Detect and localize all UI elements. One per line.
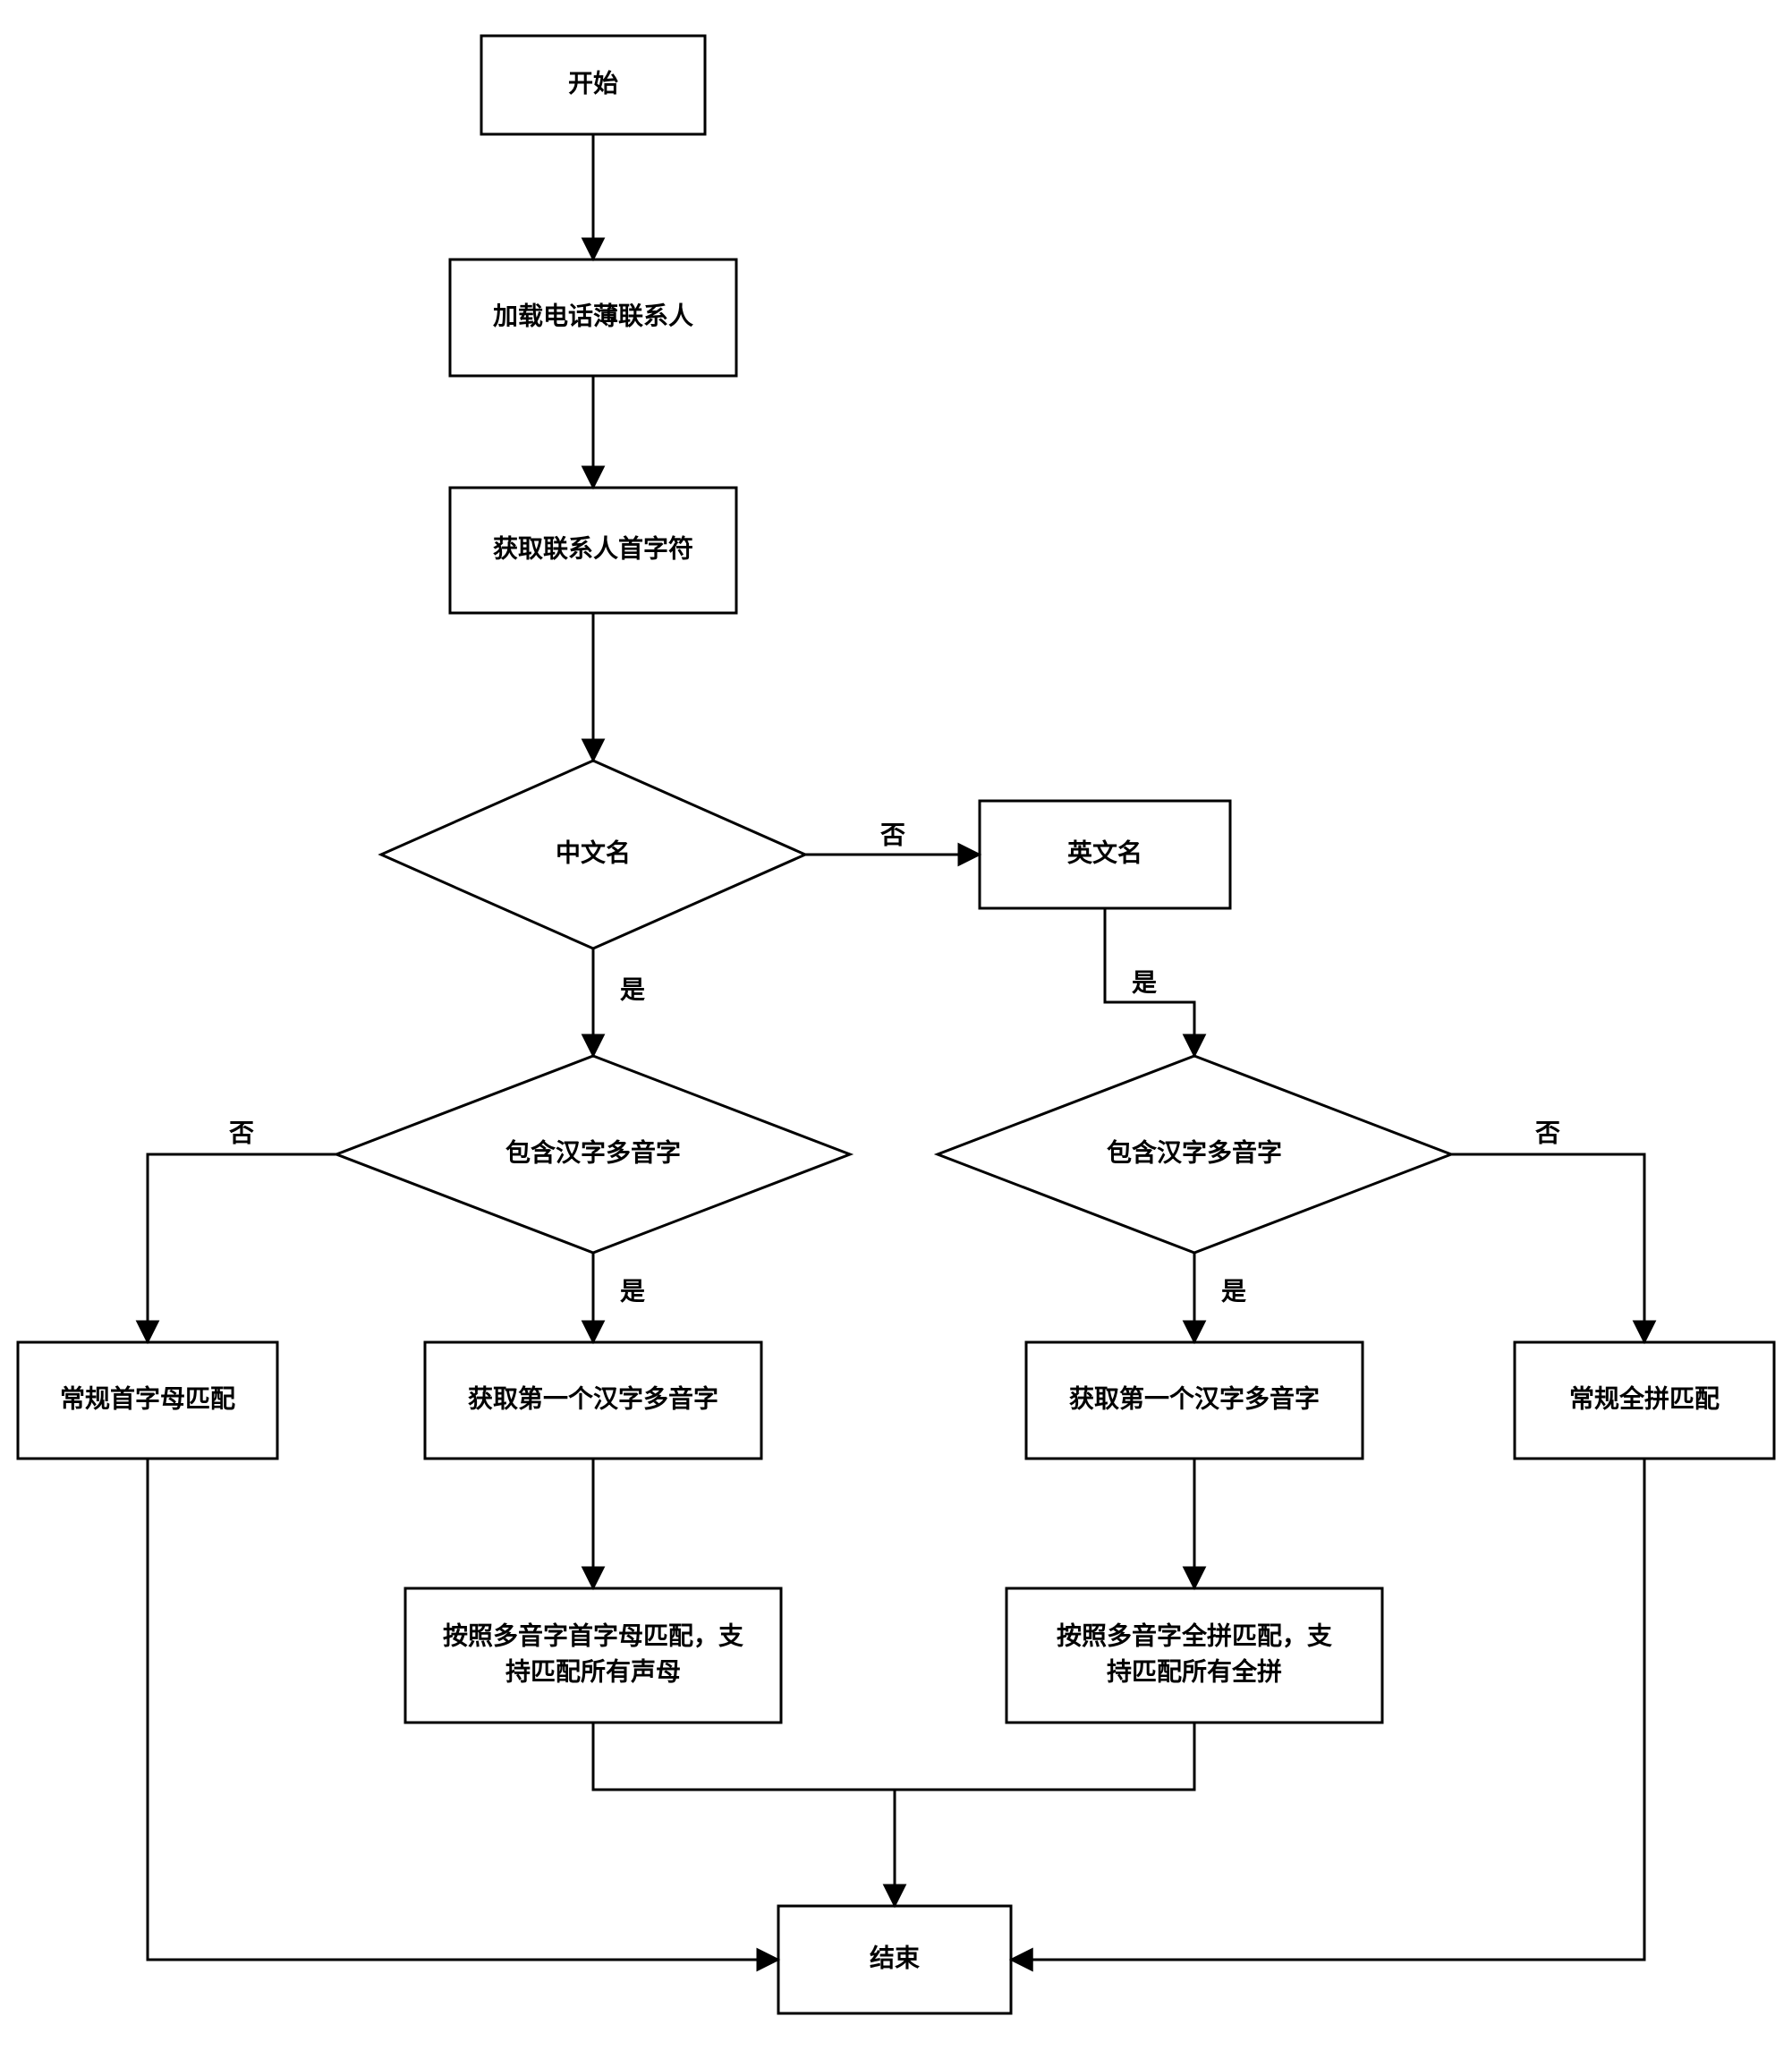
node-start-label: 开始 xyxy=(568,69,618,97)
edge-cnname-enname-label: 否 xyxy=(880,821,905,848)
node-get-poly-left: 获取第一个汉字多音字 xyxy=(425,1342,761,1459)
node-match-full-l1: 按照多音字全拼匹配，支 xyxy=(1057,1621,1332,1649)
node-poly-left-label: 包含汉字多音字 xyxy=(505,1137,681,1166)
node-start: 开始 xyxy=(481,36,705,134)
flowchart-canvas: 开始 加载电话薄联系人 获取联系人首字符 中文名 英文名 包含汉字多音字 包含汉… xyxy=(0,0,1792,2059)
node-match-initial-l1: 按照多音字首字母匹配，支 xyxy=(443,1621,743,1649)
node-reg-initial: 常规首字母匹配 xyxy=(18,1342,277,1459)
node-load: 加载电话薄联系人 xyxy=(450,260,736,376)
node-reg-initial-label: 常规首字母匹配 xyxy=(60,1383,235,1412)
edge-polyright-getpolyright-label: 是 xyxy=(1221,1277,1246,1305)
edge-match-join-bar xyxy=(593,1723,1194,1790)
node-end-label: 结束 xyxy=(870,1944,920,1971)
node-getfirst-label: 获取联系人首字符 xyxy=(493,533,693,562)
node-poly-left: 包含汉字多音字 xyxy=(336,1056,850,1253)
node-poly-right-label: 包含汉字多音字 xyxy=(1107,1137,1282,1166)
edge-polyright-regfull xyxy=(1451,1154,1644,1342)
node-reg-full: 常规全拼匹配 xyxy=(1515,1342,1774,1459)
node-poly-right: 包含汉字多音字 xyxy=(938,1056,1451,1253)
node-match-full-l2: 持匹配所有全拼 xyxy=(1107,1656,1282,1685)
edge-polyleft-getpolyleft-label: 是 xyxy=(620,1277,645,1305)
node-getfirst: 获取联系人首字符 xyxy=(450,488,736,613)
node-load-label: 加载电话薄联系人 xyxy=(493,302,693,329)
edge-polyleft-reginitial-label: 否 xyxy=(229,1119,254,1146)
node-match-full: 按照多音字全拼匹配，支 持匹配所有全拼 xyxy=(1006,1588,1382,1723)
node-reg-full-label: 常规全拼匹配 xyxy=(1569,1383,1720,1412)
node-cn-name-label: 中文名 xyxy=(556,838,631,866)
node-get-poly-right: 获取第一个汉字多音字 xyxy=(1026,1342,1363,1459)
edge-enname-polyright-label: 是 xyxy=(1132,968,1157,996)
node-en-name-label: 英文名 xyxy=(1067,838,1142,866)
node-match-initial: 按照多音字首字母匹配，支 持匹配所有声母 xyxy=(405,1588,781,1723)
node-en-name: 英文名 xyxy=(980,801,1230,908)
node-get-poly-right-label: 获取第一个汉字多音字 xyxy=(1069,1383,1320,1412)
node-cn-name: 中文名 xyxy=(381,761,805,949)
node-end: 结束 xyxy=(778,1906,1011,2013)
edge-polyleft-reginitial xyxy=(148,1154,336,1342)
node-get-poly-left-label: 获取第一个汉字多音字 xyxy=(468,1383,718,1412)
node-match-initial-l2: 持匹配所有声母 xyxy=(505,1657,681,1685)
edge-polyright-regfull-label: 否 xyxy=(1535,1119,1560,1146)
edge-cnname-polyleft-label: 是 xyxy=(620,975,645,1003)
